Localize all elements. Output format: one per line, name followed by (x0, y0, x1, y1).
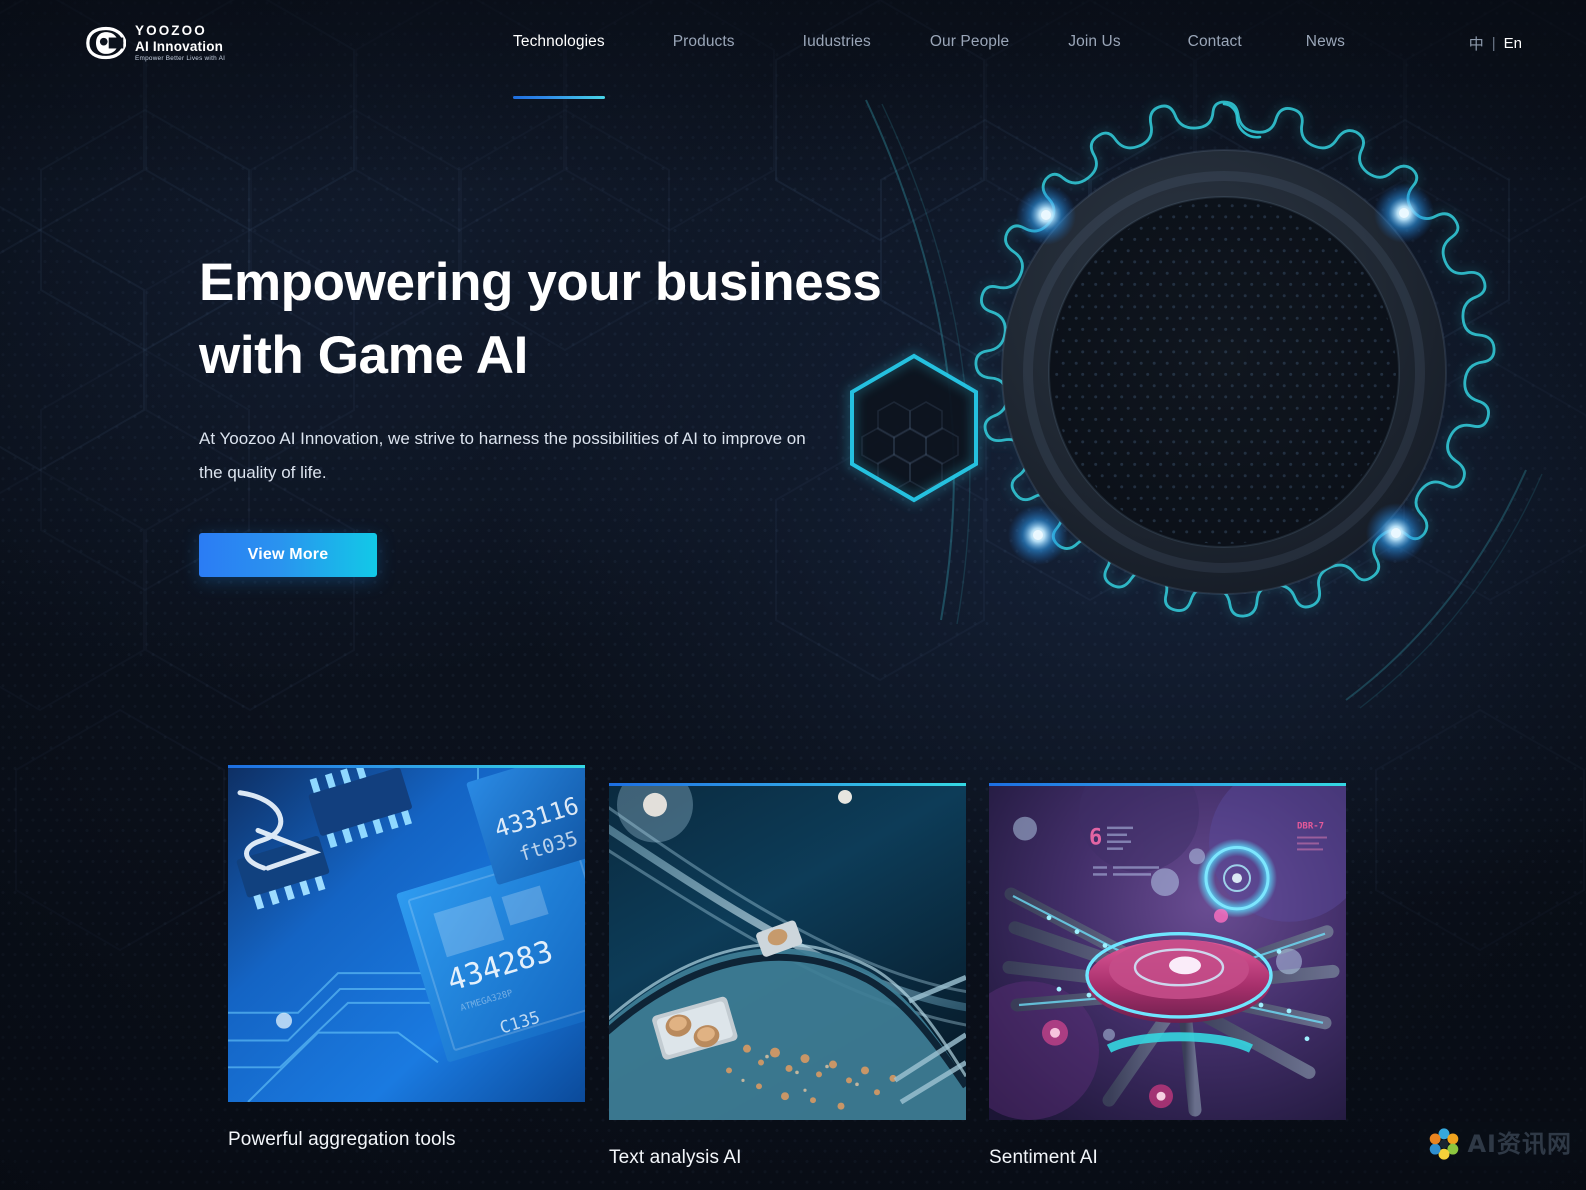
nav-label: Our People (929, 33, 1010, 50)
card-accent-bar (228, 765, 585, 768)
hero-section: Empowering your business with Game AI At… (0, 0, 1586, 760)
card-title: Powerful aggregation tools (228, 1129, 456, 1150)
nav-label: Iudustries (802, 33, 871, 50)
view-more-button[interactable]: View More (199, 533, 377, 577)
brand-tagline: Empower Better Lives with AI (135, 55, 226, 62)
card-accent-bar (609, 783, 966, 786)
nav-label: Products (672, 33, 735, 50)
nav-label: Contact (1187, 33, 1242, 50)
card-thumbnail[interactable] (609, 780, 966, 1120)
site-header: YOOZOO AI Innovation Empower Better Live… (0, 0, 1586, 99)
nav-item-technologies[interactable]: Technologies (513, 0, 605, 99)
brand-name-line1: YOOZOO (135, 23, 207, 38)
nav-item-products[interactable]: Products (673, 0, 735, 51)
hero-title-line1: Empowering your business (199, 253, 882, 312)
feature-cards: 434283 ATMEGA328P C135 433116 ft035 Powe… (0, 752, 1586, 1190)
flower-petals-icon (1430, 1128, 1459, 1160)
hero-copy: Empowering your business with Game AI At… (199, 246, 939, 577)
nav-label: Technologies (513, 33, 605, 50)
nav-label: News (1305, 33, 1345, 50)
feature-card[interactable]: 6 DBR-7 Sentiment AI (989, 780, 1346, 1169)
card-thumbnail[interactable]: 434283 ATMEGA328P C135 433116 ft035 (228, 762, 585, 1102)
card-title: Text analysis AI (609, 1147, 742, 1168)
page-root: YOOZOO AI Innovation Empower Better Live… (0, 0, 1586, 1190)
nav-item-contact[interactable]: Contact (1188, 0, 1242, 51)
watermark: AI资讯网 (1419, 1122, 1580, 1166)
feature-card[interactable]: Text analysis AI (609, 780, 966, 1169)
language-option-chinese[interactable]: 中 (1469, 33, 1484, 54)
svg-text:DBR-7: DBR-7 (1297, 822, 1324, 832)
feature-card[interactable]: 434283 ATMEGA328P C135 433116 ft035 Powe… (228, 762, 585, 1151)
hero-title-line2: with Game AI (199, 326, 528, 385)
brand-name-line2: AI Innovation (135, 38, 224, 54)
blue-mechanical-curve-image (609, 783, 966, 1120)
language-separator: | (1491, 35, 1496, 52)
nav-item-our-people[interactable]: Our People (930, 0, 1009, 51)
hero-subtitle: At Yoozoo AI Innovation, we strive to ha… (199, 429, 806, 482)
watermark-text: AI资讯网 (1467, 1130, 1572, 1158)
nav-item-news[interactable]: News (1306, 0, 1345, 51)
page-title: Empowering your business with Game AI (199, 246, 939, 392)
language-switcher: 中 | En (1469, 33, 1522, 54)
card-title: Sentiment AI (989, 1147, 1098, 1168)
eye-logo-icon (86, 26, 126, 59)
brand-wordmark: YOOZOO AI Innovation Empower Better Live… (135, 23, 225, 62)
card-thumbnail[interactable]: 6 DBR-7 (989, 780, 1346, 1120)
brand-logo[interactable]: YOOZOO AI Innovation Empower Better Live… (86, 23, 225, 62)
svg-text:6: 6 (1089, 826, 1102, 851)
card-accent-bar (989, 783, 1346, 786)
purple-sci-fi-spacecraft-image: 6 DBR-7 (989, 783, 1346, 1120)
nav-label: Join Us (1068, 33, 1121, 50)
active-nav-indicator (513, 96, 605, 99)
circuit-board-chips-image: 434283 ATMEGA328P C135 433116 ft035 (228, 765, 585, 1102)
main-navigation: Technologies Products Iudustries Our Peo… (513, 0, 1345, 99)
nav-item-join-us[interactable]: Join Us (1068, 0, 1120, 51)
nav-item-industries[interactable]: Iudustries (803, 0, 871, 51)
language-option-english[interactable]: En (1504, 35, 1522, 52)
